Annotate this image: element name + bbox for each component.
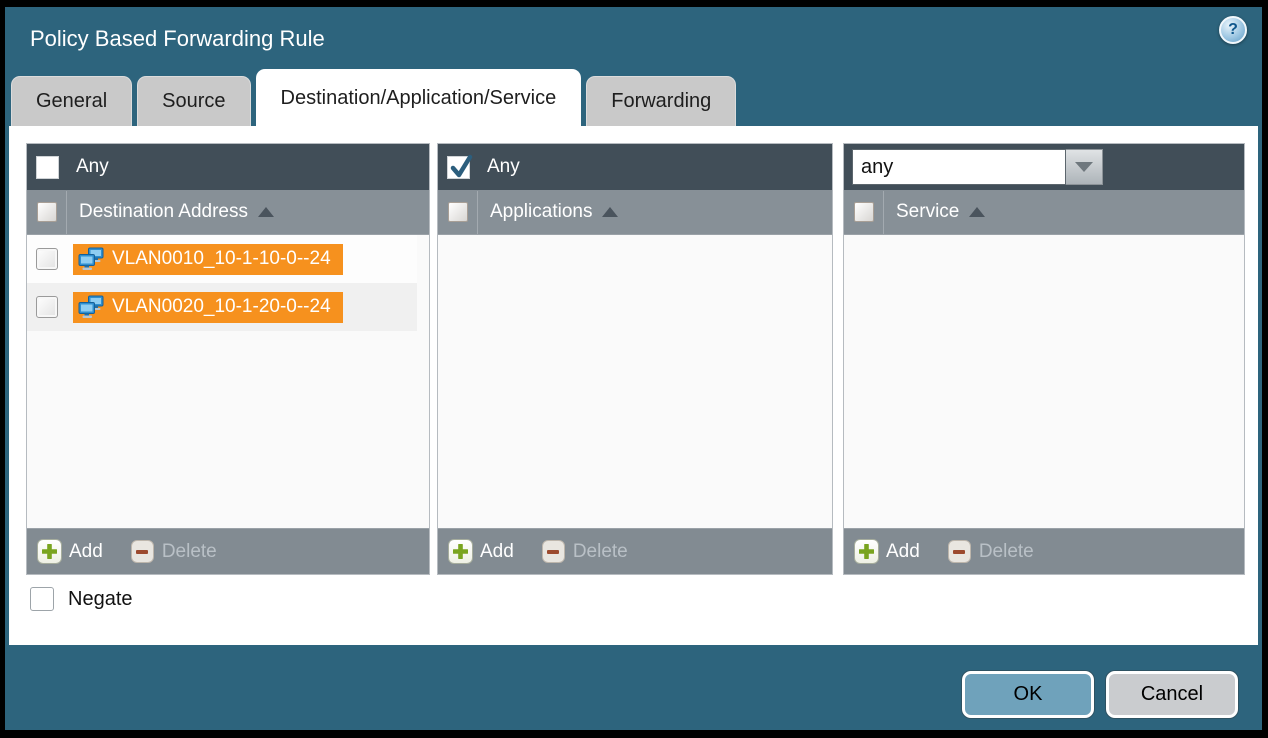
checkmark-icon: [448, 154, 474, 180]
sort-asc-icon[interactable]: [258, 207, 274, 217]
negate-row: Negate: [30, 587, 133, 611]
tab-content: Any Destination Address VLAN0010_10-1-10…: [9, 126, 1258, 645]
dialog-actions: OK Cancel: [962, 671, 1238, 718]
service-toolbar: Add Delete: [844, 528, 1244, 574]
destination-address-row[interactable]: VLAN0010_10-1-10-0--24: [27, 235, 417, 283]
tab-forwarding[interactable]: Forwarding: [586, 76, 736, 126]
service-add-button[interactable]: Add: [854, 539, 920, 564]
service-list: [844, 235, 1244, 528]
destination-delete-button[interactable]: Delete: [103, 540, 217, 563]
applications-any-checkbox[interactable]: [447, 156, 470, 179]
applications-any-label: Any: [487, 156, 520, 178]
policy-based-forwarding-dialog: Policy Based Forwarding Rule ? General S…: [5, 7, 1262, 730]
selection-panels: Any Destination Address VLAN0010_10-1-10…: [26, 143, 1245, 575]
negate-checkbox[interactable]: [30, 587, 54, 611]
minus-icon: [542, 540, 565, 563]
header-divider: [883, 191, 884, 234]
dialog-title: Policy Based Forwarding Rule: [30, 26, 325, 52]
applications-delete-button[interactable]: Delete: [514, 540, 628, 563]
tab-destination-application-service[interactable]: Destination/Application/Service: [256, 69, 582, 126]
chevron-down-icon: [1075, 162, 1093, 172]
plus-icon: [854, 539, 879, 564]
help-icon[interactable]: ?: [1219, 16, 1247, 44]
service-dropdown-value[interactable]: any: [852, 149, 1066, 185]
address-object-chip[interactable]: VLAN0010_10-1-10-0--24: [73, 244, 343, 275]
applications-add-button[interactable]: Add: [448, 539, 514, 564]
service-panel: any Service: [843, 143, 1245, 575]
applications-column-header[interactable]: Applications: [490, 201, 592, 223]
address-object-label: VLAN0020_10-1-20-0--24: [112, 296, 331, 318]
negate-label: Negate: [68, 588, 133, 611]
tab-general[interactable]: General: [11, 76, 132, 126]
service-dropdown-button[interactable]: [1066, 149, 1103, 185]
network-group-icon: [78, 247, 105, 272]
applications-any-bar: Any: [438, 144, 832, 190]
applications-select-all-checkbox[interactable]: [448, 202, 468, 222]
destination-add-button[interactable]: Add: [37, 539, 103, 564]
applications-list: [438, 235, 832, 528]
tab-source[interactable]: Source: [137, 76, 250, 126]
address-object-label: VLAN0010_10-1-10-0--24: [112, 248, 331, 270]
header-divider: [477, 191, 478, 234]
destination-column-header-bar: Destination Address: [27, 190, 429, 235]
destination-any-checkbox[interactable]: [36, 156, 59, 179]
network-group-icon: [78, 295, 105, 320]
applications-column-header-bar: Applications: [438, 190, 832, 235]
sort-asc-icon[interactable]: [969, 207, 985, 217]
applications-toolbar: Add Delete: [438, 528, 832, 574]
destination-toolbar: Add Delete: [27, 528, 429, 574]
destination-any-bar: Any: [27, 144, 429, 190]
destination-address-row[interactable]: VLAN0020_10-1-20-0--24: [27, 283, 417, 331]
plus-icon: [37, 539, 62, 564]
question-mark-glyph: ?: [1228, 21, 1238, 39]
service-column-header-bar: Service: [844, 190, 1244, 235]
address-object-chip[interactable]: VLAN0020_10-1-20-0--24: [73, 292, 343, 323]
sort-asc-icon[interactable]: [602, 207, 618, 217]
destination-any-label: Any: [76, 156, 109, 178]
destination-select-all-checkbox[interactable]: [37, 202, 57, 222]
cancel-button[interactable]: Cancel: [1106, 671, 1238, 718]
destination-address-list: VLAN0010_10-1-10-0--24 VLAN0020_10-1-20-0…: [27, 235, 429, 528]
ok-button[interactable]: OK: [962, 671, 1094, 718]
row-checkbox[interactable]: [36, 248, 58, 270]
minus-icon: [131, 540, 154, 563]
plus-icon: [448, 539, 473, 564]
destination-address-panel: Any Destination Address VLAN0010_10-1-10…: [26, 143, 430, 575]
service-delete-button[interactable]: Delete: [920, 540, 1034, 563]
tab-bar: General Source Destination/Application/S…: [11, 69, 736, 126]
header-divider: [66, 191, 67, 234]
service-dropdown-bar: any: [844, 144, 1244, 190]
minus-icon: [948, 540, 971, 563]
service-dropdown[interactable]: any: [852, 149, 1103, 185]
destination-column-header[interactable]: Destination Address: [79, 201, 248, 223]
row-checkbox[interactable]: [36, 296, 58, 318]
service-select-all-checkbox[interactable]: [854, 202, 874, 222]
applications-panel: Any Applications Add: [437, 143, 833, 575]
service-column-header[interactable]: Service: [896, 201, 959, 223]
